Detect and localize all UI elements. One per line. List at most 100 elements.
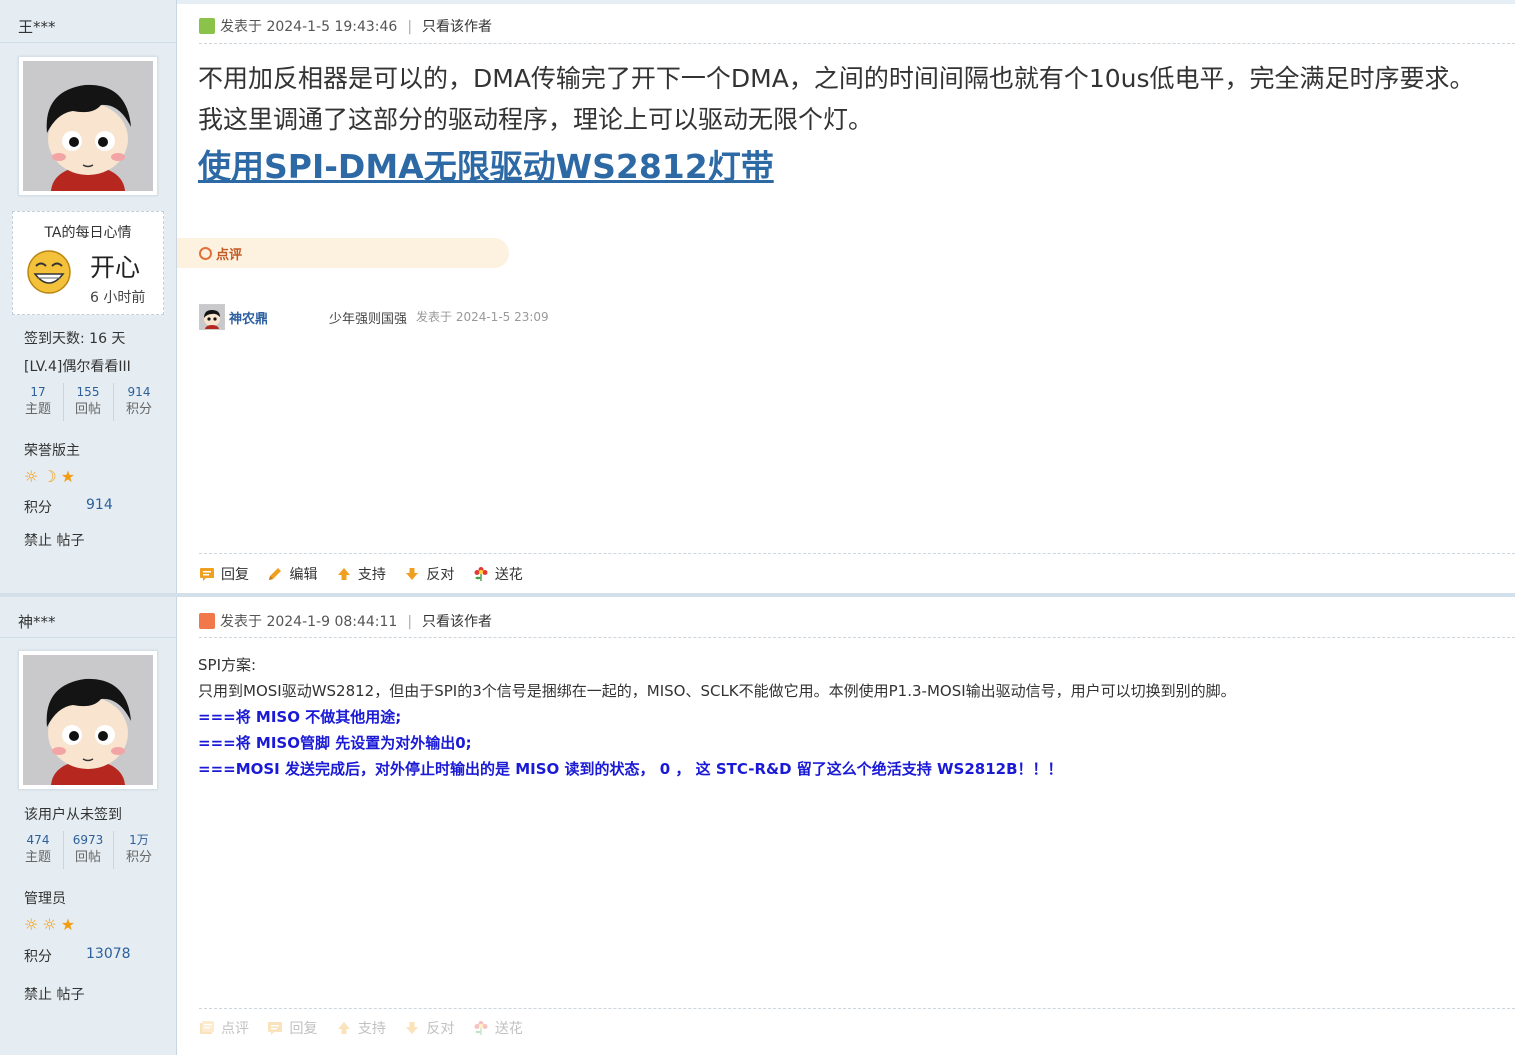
emphasis-line-1: ===将 MISO 不做其他用途; [198, 708, 402, 726]
support-label: 支持 [357, 1021, 386, 1037]
user-level[interactable]: [LV.4]偶尔看看III [24, 356, 131, 376]
commenter-avatar[interactable] [199, 304, 225, 330]
stat-threads[interactable]: 474 主题 [13, 831, 64, 869]
sun-icon: ☼ [42, 915, 57, 934]
down-arrow-icon [404, 566, 420, 582]
user-group[interactable]: 管理员 [24, 888, 66, 908]
oppose-button[interactable]: 反对 [404, 1018, 454, 1038]
reply-icon [199, 566, 215, 582]
oppose-label: 反对 [426, 1021, 455, 1037]
stat-threads-value: 474 [26, 833, 50, 847]
reply-icon [267, 1020, 283, 1036]
review-label: 点评 [221, 1021, 249, 1037]
rank-icons: ☼ ☼ ★ [24, 915, 79, 934]
actions-divider [199, 1008, 1515, 1009]
stat-replies-value: 155 [76, 385, 100, 399]
score-value[interactable]: 13078 [86, 946, 131, 962]
review-circle-icon [199, 247, 212, 260]
reply-button[interactable]: 回复 [267, 1018, 317, 1038]
meta-divider [199, 43, 1515, 44]
review-icon [199, 1020, 215, 1036]
score-label: 积分 [24, 500, 52, 516]
review-button[interactable]: 点评 [199, 1018, 249, 1038]
sidebar-divider [0, 637, 176, 638]
stat-points[interactable]: 1万 积分 [114, 831, 164, 869]
user-stats: 474 主题 6973 回帖 1万 积分 [12, 831, 164, 869]
moon-icon: ☽ [42, 467, 57, 486]
post-1: 王*** TA的每日心情 开心 6 小时前 签到天数: 16 天 [LV.4]偶… [0, 0, 1515, 593]
post-meta: 发表于 2024-1-9 08:44:11 | 只看该作者 [199, 611, 492, 631]
flower-icon [473, 566, 489, 582]
support-button[interactable]: 支持 [336, 1018, 386, 1038]
commenter-name[interactable]: 神农鼎 [229, 308, 268, 327]
star-icon: ★ [60, 467, 76, 486]
grin-face-icon [27, 250, 71, 294]
stat-points[interactable]: 914 积分 [114, 383, 164, 421]
post-meta: 发表于 2024-1-5 19:43:46 | 只看该作者 [199, 16, 492, 36]
star-icon: ★ [60, 915, 76, 934]
mood-title: TA的每日心情 [44, 225, 132, 241]
stat-points-label: 积分 [125, 850, 152, 865]
send-flower-button[interactable]: 送花 [473, 564, 523, 584]
stat-replies[interactable]: 155 回帖 [63, 383, 114, 421]
pencil-icon [267, 566, 283, 582]
ws2812-article-link[interactable]: 使用SPI-DMA无限驱动WS2812灯带 [198, 140, 774, 188]
meta-separator: | [407, 19, 413, 35]
emphasis-line-2: ===将 MISO管脚 先设置为对外输出0; [198, 734, 472, 752]
edit-button[interactable]: 编辑 [267, 564, 317, 584]
post-time: 发表于 2024-1-5 19:43:46 [220, 19, 398, 35]
avatar[interactable] [18, 650, 158, 790]
oppose-button[interactable]: 反对 [404, 564, 454, 584]
stat-threads[interactable]: 17 主题 [13, 383, 64, 421]
flower-label: 送花 [494, 567, 523, 583]
body-line-1: 不用加反相器是可以的，DMA传输完了开下一个DMA，之间的时间间隔也就有个10u… [198, 64, 1475, 93]
send-flower-button[interactable]: 送花 [473, 1018, 523, 1038]
post-body: SPI方案: 只用到MOSI驱动WS2812，但由于SPI的3个信号是捆绑在一起… [198, 652, 1236, 782]
avatar[interactable] [18, 56, 158, 196]
author-sidebar: 王*** TA的每日心情 开心 6 小时前 签到天数: 16 天 [LV.4]偶… [0, 0, 177, 593]
flower-icon [473, 1020, 489, 1036]
mood-text: 开心 [90, 253, 141, 282]
stat-replies-value: 6973 [72, 833, 104, 847]
score-value[interactable]: 914 [86, 497, 113, 513]
online-user-icon [199, 18, 215, 34]
up-arrow-icon [336, 1020, 352, 1036]
cartoon-avatar-icon [23, 655, 153, 785]
down-arrow-icon [404, 1020, 420, 1036]
author-sidebar: 神*** 该用户从未签到 474 主题 6973 回帖 1万 积分 管理员 ☼ … [0, 597, 177, 1055]
post-content: 发表于 2024-1-5 19:43:46 | 只看该作者 不用加反相器是可以的，D… [177, 0, 1515, 593]
only-author-link[interactable]: 只看该作者 [422, 614, 492, 630]
ban-post-link[interactable]: 禁止 帖子 [24, 984, 84, 1004]
stat-replies[interactable]: 6973 回帖 [63, 831, 114, 869]
cartoon-avatar-icon [200, 305, 224, 329]
support-label: 支持 [357, 567, 386, 583]
post-body: 不用加反相器是可以的，DMA传输完了开下一个DMA，之间的时间间隔也就有个10u… [198, 58, 1475, 140]
user-group[interactable]: 荣誉版主 [24, 440, 80, 460]
user-stats: 17 主题 155 回帖 914 积分 [12, 383, 164, 421]
stat-points-label: 积分 [125, 402, 152, 417]
support-button[interactable]: 支持 [336, 564, 386, 584]
stat-threads-value: 17 [30, 385, 46, 399]
only-author-link[interactable]: 只看该作者 [422, 19, 492, 35]
sun-icon: ☼ [24, 915, 39, 934]
reply-label: 回复 [289, 1021, 318, 1037]
checkin-days: 签到天数: 16 天 [24, 331, 126, 347]
ban-post-link[interactable]: 禁止 帖子 [24, 530, 84, 550]
rank-icons: ☼ ☽ ★ [24, 467, 79, 486]
review-label: 点评 [216, 248, 243, 263]
mood-time: 6 小时前 [90, 290, 146, 306]
post-2: 神*** 该用户从未签到 474 主题 6973 回帖 1万 积分 管理员 ☼ … [0, 597, 1515, 1055]
body-line-2: 我这里调通了这部分的驱动程序，理论上可以驱动无限个灯。 [198, 105, 874, 134]
stat-points-value: 914 [127, 385, 151, 399]
stat-points-value: 1万 [129, 833, 149, 847]
oppose-label: 反对 [426, 567, 455, 583]
stat-threads-label: 主题 [24, 402, 51, 417]
reply-button[interactable]: 回复 [199, 564, 249, 584]
author-name[interactable]: 神*** [18, 611, 56, 632]
reply-label: 回复 [221, 567, 249, 583]
author-name[interactable]: 王*** [18, 16, 56, 37]
post-time: 发表于 2024-1-9 08:44:11 [220, 614, 398, 630]
comment-text: 少年强则国强 [329, 312, 408, 327]
stat-threads-label: 主题 [24, 850, 51, 865]
stat-replies-label: 回帖 [74, 402, 101, 417]
